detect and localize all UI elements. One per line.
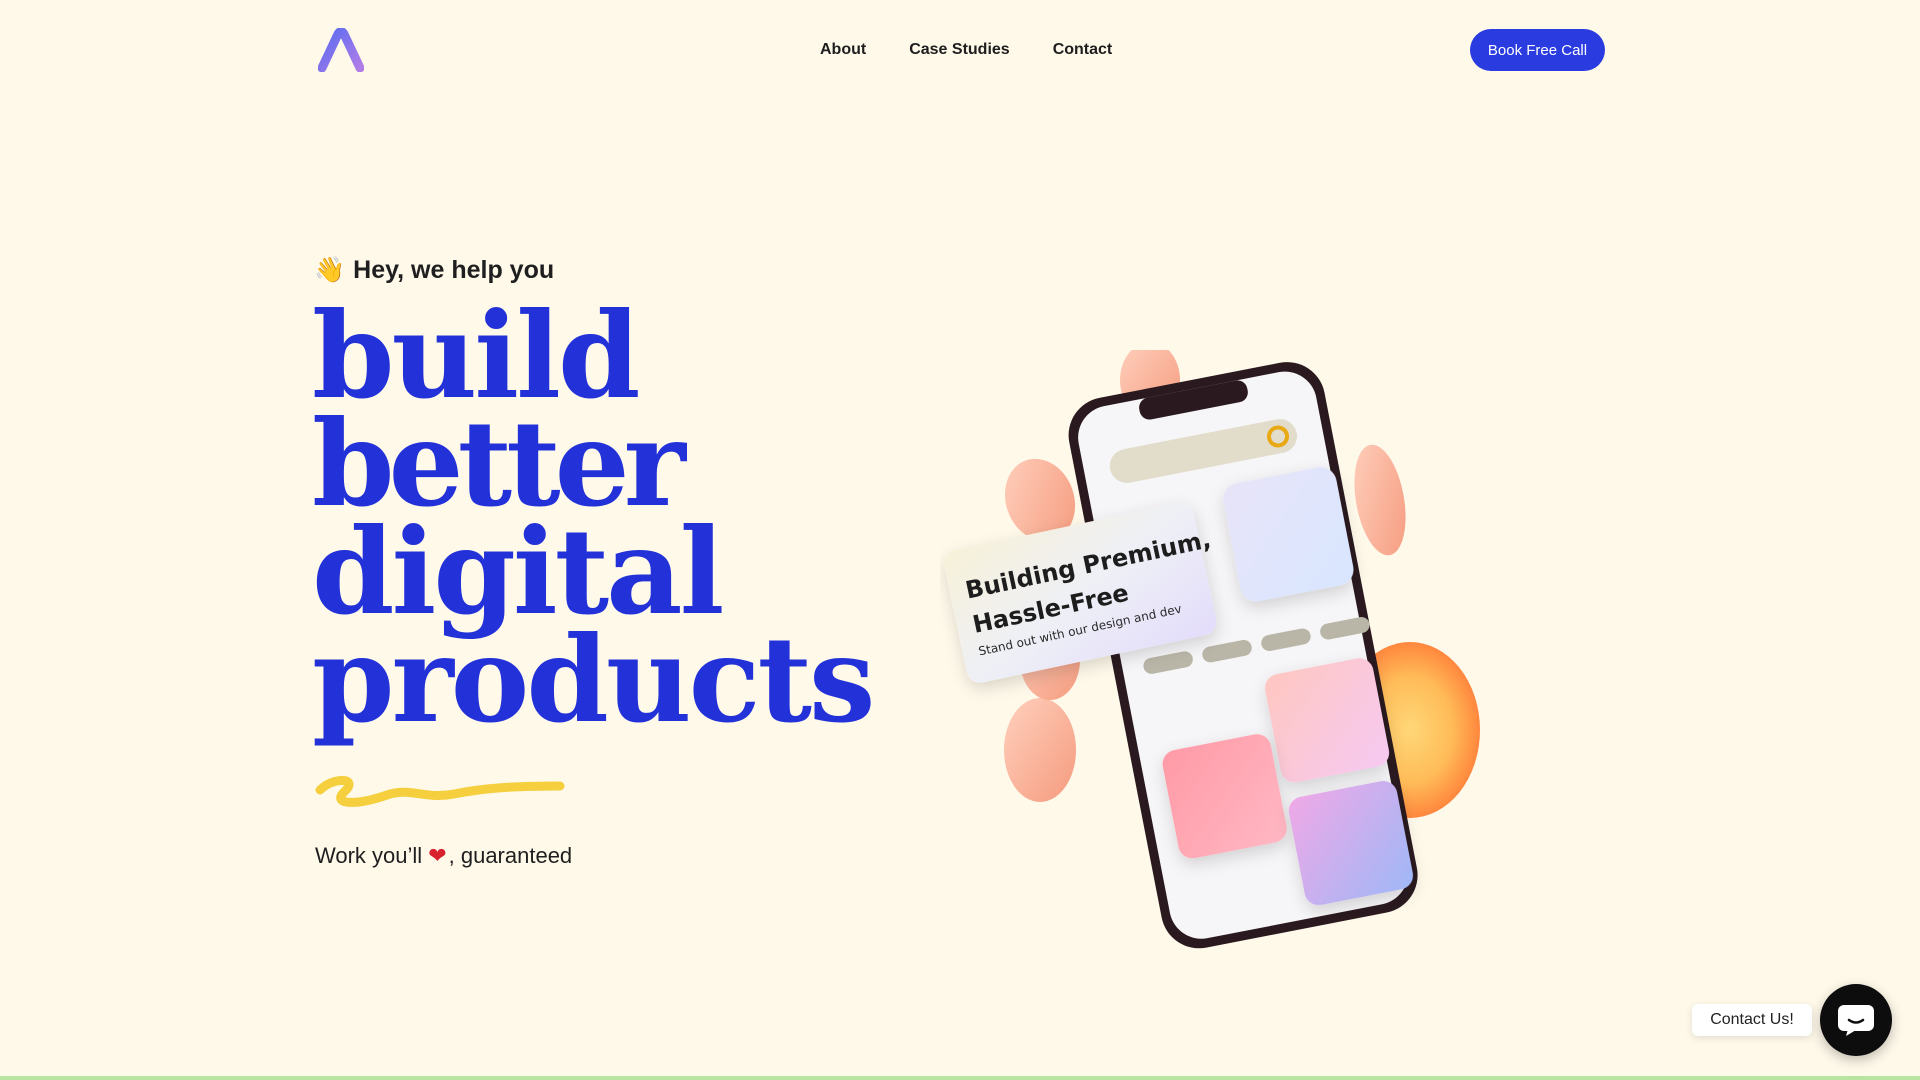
hero-headline: build better digital products xyxy=(312,297,875,749)
main-nav: About Case Studies Contact xyxy=(820,38,1112,62)
nav-link-contact[interactable]: Contact xyxy=(1053,38,1113,62)
hero-eyebrow: 👋 Hey, we help you xyxy=(314,255,554,285)
red-heart-icon: ❤ xyxy=(428,843,447,869)
headline-word-products: products xyxy=(312,610,875,749)
yellow-squiggle-underline xyxy=(315,775,565,807)
contact-us-label[interactable]: Contact Us! xyxy=(1692,1004,1812,1036)
waving-hand-icon: 👋 xyxy=(314,255,346,284)
hero-eyebrow-text: Hey, we help you xyxy=(353,255,555,284)
phone-in-hand-illustration: Building Premium, Hassle-Free Stand out … xyxy=(944,350,1480,949)
book-free-call-button[interactable]: Book Free Call xyxy=(1470,29,1605,71)
nav-link-about[interactable]: About xyxy=(820,38,866,62)
chat-launcher-button[interactable] xyxy=(1820,984,1892,1056)
chat-bubble-icon xyxy=(1838,1005,1874,1036)
nav-link-case-studies[interactable]: Case Studies xyxy=(909,38,1009,62)
bottom-accent-line xyxy=(0,1076,1920,1080)
subline-text-before: Work you’ll xyxy=(315,843,423,868)
subline-text-after: , guaranteed xyxy=(448,843,573,868)
agency-a-logo-icon[interactable] xyxy=(318,28,364,72)
hero-subline: Work you’ll ❤ , guaranteed xyxy=(315,843,572,869)
site-header: About Case Studies Contact Book Free Cal… xyxy=(0,0,1920,100)
